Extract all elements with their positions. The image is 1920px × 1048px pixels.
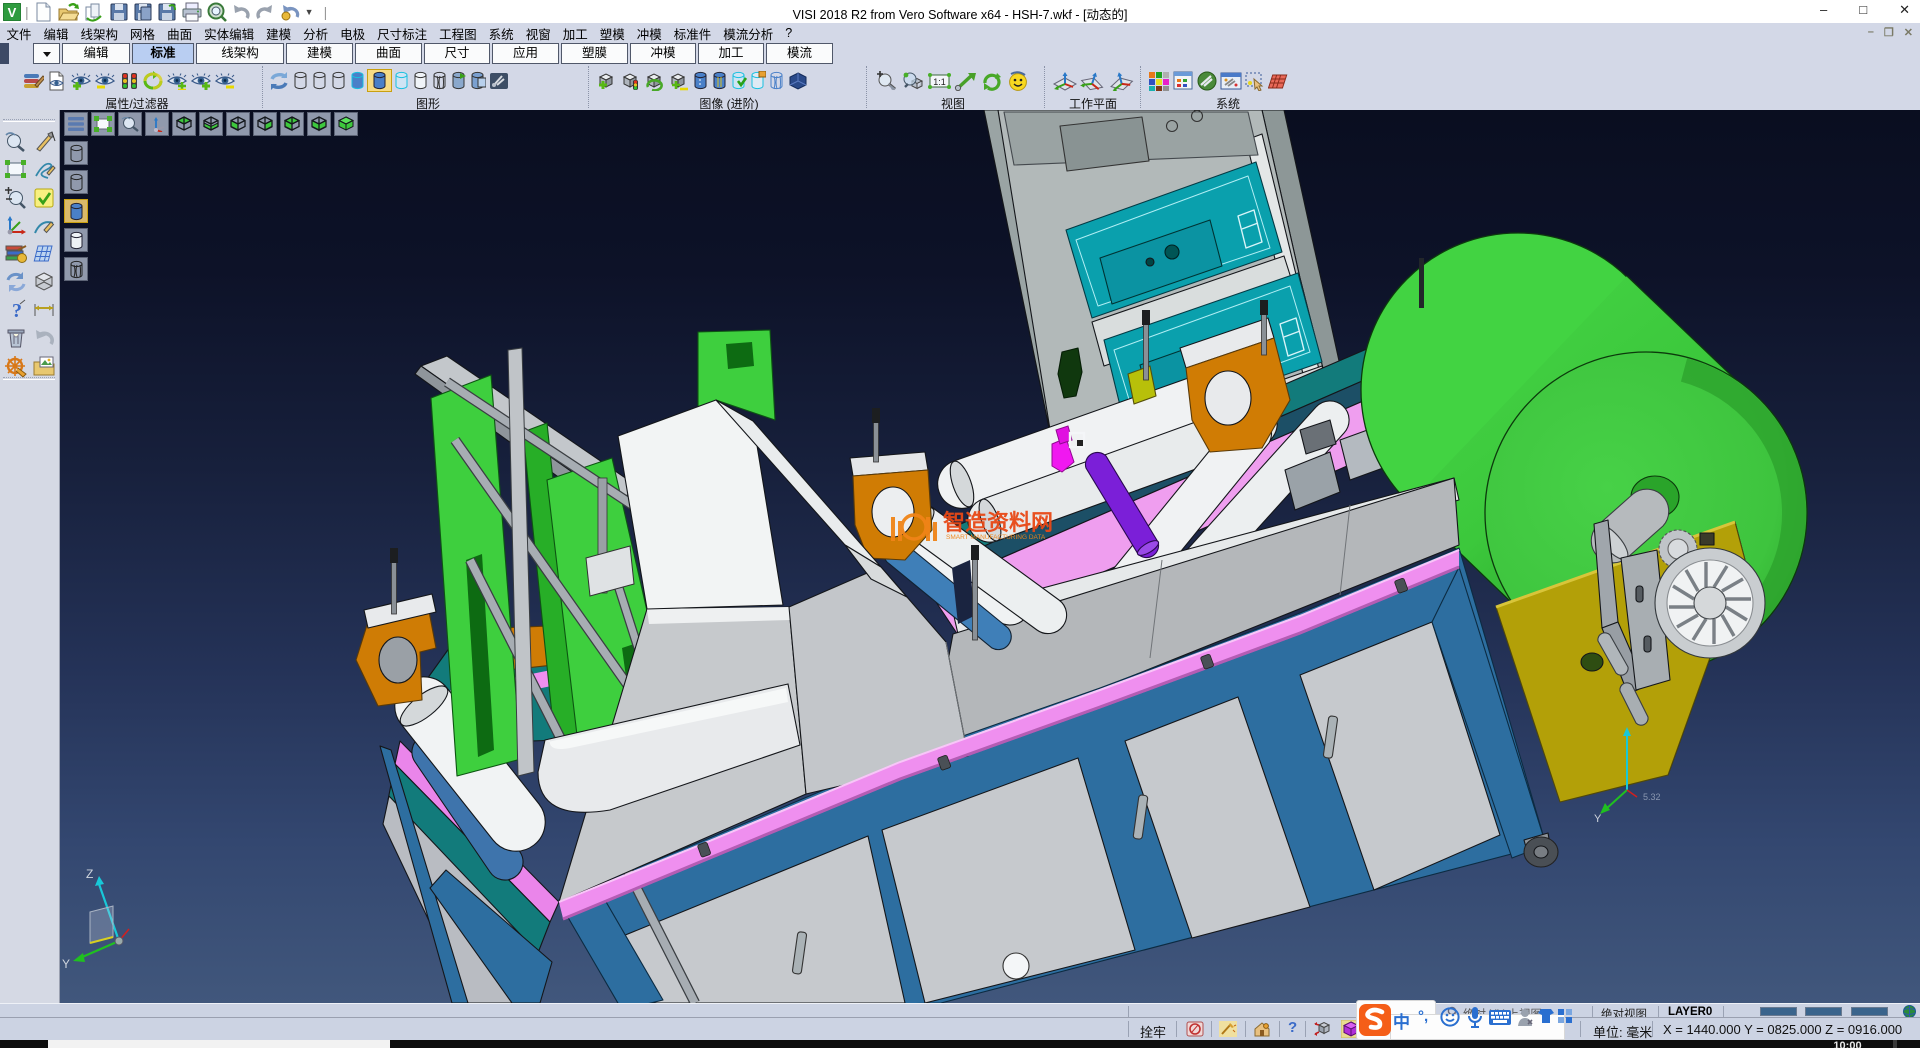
svg-text:Y: Y xyxy=(62,957,70,971)
svg-text:1:1: 1:1 xyxy=(933,77,946,87)
svg-text:Y: Y xyxy=(1594,813,1602,825)
svg-text:Z: Z xyxy=(86,867,93,881)
svg-text:SMART MANUFACTURING DATA: SMART MANUFACTURING DATA xyxy=(946,534,1046,541)
svg-text:智造资料网: 智造资料网 xyxy=(943,510,1053,535)
svg-text:5.32: 5.32 xyxy=(1643,792,1661,802)
